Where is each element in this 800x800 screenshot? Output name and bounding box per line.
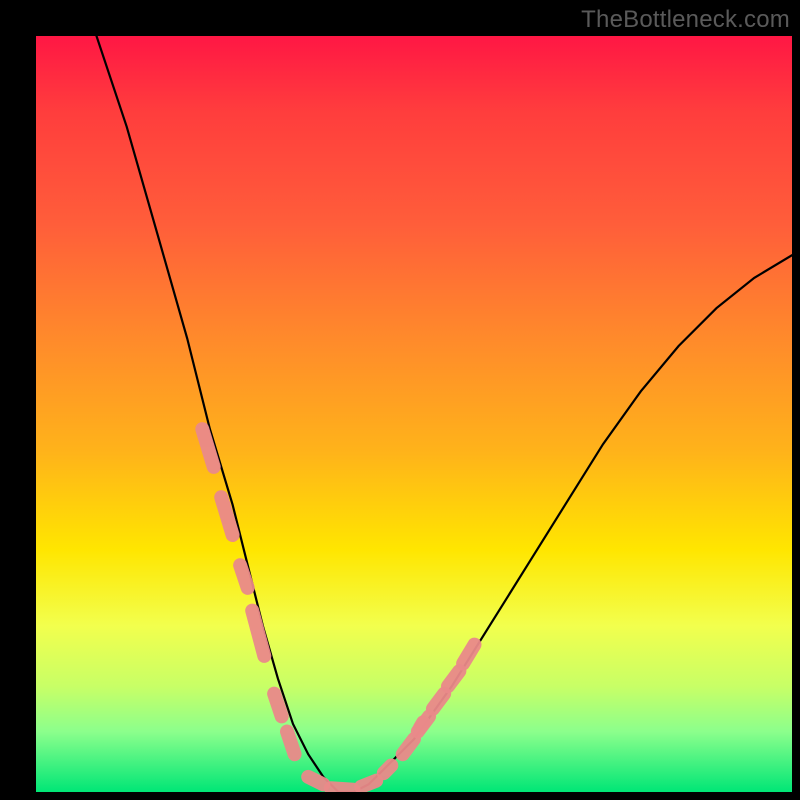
plot-area xyxy=(36,36,792,792)
chart-frame: TheBottleneck.com xyxy=(0,0,800,800)
watermark-text: TheBottleneck.com xyxy=(581,6,790,34)
